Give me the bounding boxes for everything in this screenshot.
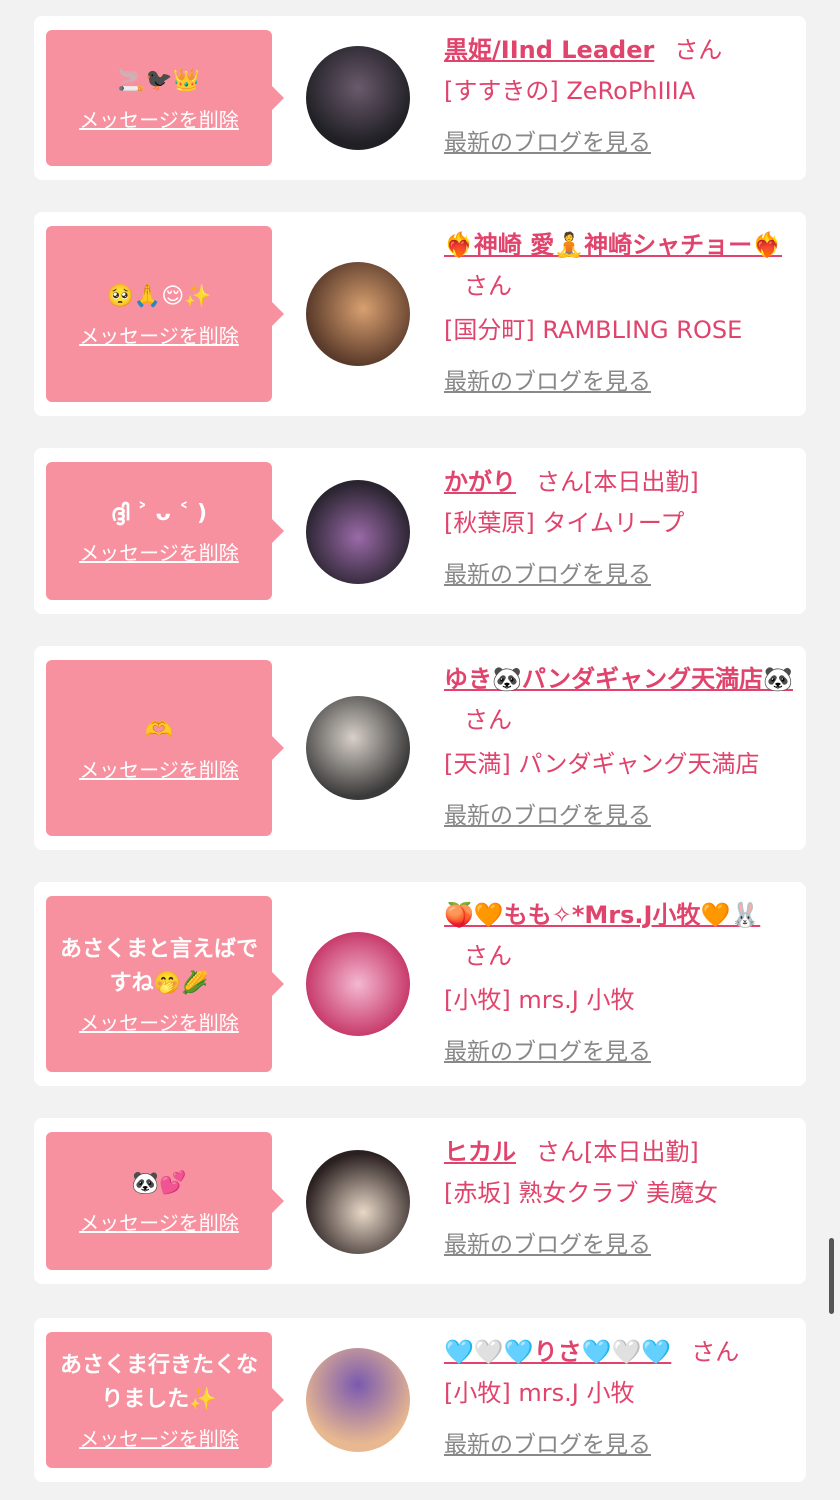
latest-blog-link[interactable]: 最新のブログを見る <box>444 1425 651 1459</box>
honorific-suffix: さん <box>464 272 512 300</box>
cast-info: 黒姫/IInd Leader さん [すすきの] ZeRoPhIIIA 最新のブロ… <box>444 30 796 157</box>
honorific-suffix: さん <box>536 1138 584 1166</box>
message-bubble: 🥺🙏😌✨ メッセージを削除 <box>46 226 284 402</box>
message-card: 🥺🙏😌✨ メッセージを削除 ❤️‍🔥神崎 愛🧘神崎シャチョー❤️‍🔥 さん [国分… <box>34 212 806 416</box>
message-card: ദ്ദി ˃ ᴗ ˂ ) メッセージを削除 かがり さん[本日出勤] [秋葉原] … <box>34 448 806 614</box>
honorific-suffix: さん <box>674 36 723 64</box>
message-bubble: あさくま行きたくなりました✨ メッセージを削除 <box>46 1332 284 1468</box>
shop-label: [国分町] RAMBLING ROSE <box>444 316 743 344</box>
cast-name-link[interactable]: 🍑🧡もも✧*Mrs.J小牧🧡🐰 <box>444 901 760 929</box>
message-text: 🥺🙏😌✨ <box>106 283 212 309</box>
message-card: 🫶 メッセージを削除 ゆき🐼パンダギャング天満店🐼 さん [天満] パンダギャング… <box>34 646 806 850</box>
shop-label: [秋葉原] タイムリープ <box>444 509 685 537</box>
shop-label: [小牧] mrs.J 小牧 <box>444 986 635 1014</box>
message-card: あさくまと言えばですね🤭🌽 メッセージを削除 🍑🧡もも✧*Mrs.J小牧🧡🐰 さん… <box>34 882 806 1086</box>
today-attendance-badge: [本日出勤] <box>584 1138 699 1166</box>
cast-name-link[interactable]: ❤️‍🔥神崎 愛🧘神崎シャチョー❤️‍🔥 <box>444 231 782 259</box>
honorific-suffix: さん <box>464 942 512 970</box>
delete-message-link[interactable]: メッセージを削除 <box>79 320 239 349</box>
cast-info: 🍑🧡もも✧*Mrs.J小牧🧡🐰 さん [小牧] mrs.J 小牧 最新のブログを見… <box>444 896 796 1066</box>
avatar[interactable] <box>306 262 410 366</box>
message-text: 🚬🐦‍⬛👑 <box>117 67 201 93</box>
today-attendance-badge: [本日出勤] <box>584 468 699 496</box>
scrollbar[interactable] <box>829 1238 834 1314</box>
message-card: 🐼💕 メッセージを削除 ヒカル さん[本日出勤] [赤坂] 熟女クラブ 美魔女 最… <box>34 1118 806 1284</box>
cast-info: ゆき🐼パンダギャング天満店🐼 さん [天満] パンダギャング天満店 最新のブログを… <box>444 660 796 830</box>
shop-label: [小牧] mrs.J 小牧 <box>444 1379 635 1407</box>
message-text: ദ്ദി ˃ ᴗ ˂ ) <box>110 500 208 526</box>
message-bubble: 🐼💕 メッセージを削除 <box>46 1132 284 1270</box>
delete-message-link[interactable]: メッセージを削除 <box>79 1007 239 1036</box>
avatar[interactable] <box>306 1348 410 1452</box>
latest-blog-link[interactable]: 最新のブログを見る <box>444 555 651 589</box>
message-bubble: あさくまと言えばですね🤭🌽 メッセージを削除 <box>46 896 284 1072</box>
cast-name-link[interactable]: かがり <box>444 468 516 496</box>
latest-blog-link[interactable]: 最新のブログを見る <box>444 123 651 157</box>
honorific-suffix: さん <box>691 1338 740 1366</box>
latest-blog-link[interactable]: 最新のブログを見る <box>444 796 651 830</box>
latest-blog-link[interactable]: 最新のブログを見る <box>444 1032 651 1066</box>
message-text: あさくま行きたくなりました✨ <box>59 1352 258 1412</box>
cast-info: かがり さん[本日出勤] [秋葉原] タイムリープ 最新のブログを見る <box>444 462 796 589</box>
shop-label: [赤坂] 熟女クラブ 美魔女 <box>444 1179 718 1207</box>
message-bubble: 🫶 メッセージを削除 <box>46 660 284 836</box>
latest-blog-link[interactable]: 最新のブログを見る <box>444 1225 651 1259</box>
message-text: 🐼💕 <box>131 1170 187 1196</box>
honorific-suffix: さん <box>464 706 512 734</box>
message-card: あさくま行きたくなりました✨ メッセージを削除 🩵🤍🩵りさ🩵🤍🩵 さん [小牧] … <box>34 1318 806 1482</box>
cast-name-link[interactable]: ゆき🐼パンダギャング天満店🐼 <box>444 665 793 693</box>
avatar[interactable] <box>306 932 410 1036</box>
delete-message-link[interactable]: メッセージを削除 <box>79 104 239 133</box>
message-text: あさくまと言えばですね🤭🌽 <box>59 936 258 996</box>
message-bubble: ദ്ദി ˃ ᴗ ˂ ) メッセージを削除 <box>46 462 284 600</box>
message-card: 🚬🐦‍⬛👑 メッセージを削除 黒姫/IInd Leader さん [すすきの] Z… <box>34 16 806 180</box>
latest-blog-link[interactable]: 最新のブログを見る <box>444 362 651 396</box>
avatar[interactable] <box>306 1150 410 1254</box>
message-bubble: 🚬🐦‍⬛👑 メッセージを削除 <box>46 30 284 166</box>
cast-info: ヒカル さん[本日出勤] [赤坂] 熟女クラブ 美魔女 最新のブログを見る <box>444 1132 796 1259</box>
delete-message-link[interactable]: メッセージを削除 <box>79 754 239 783</box>
cast-name-link[interactable]: ヒカル <box>444 1138 516 1166</box>
shop-label: [すすきの] ZeRoPhIIIA <box>444 77 696 105</box>
avatar[interactable] <box>306 46 410 150</box>
shop-label: [天満] パンダギャング天満店 <box>444 750 760 778</box>
honorific-suffix: さん <box>536 468 584 496</box>
message-text: 🫶 <box>145 717 173 743</box>
delete-message-link[interactable]: メッセージを削除 <box>79 1207 239 1236</box>
cast-name-link[interactable]: 🩵🤍🩵りさ🩵🤍🩵 <box>444 1338 671 1366</box>
cast-info: ❤️‍🔥神崎 愛🧘神崎シャチョー❤️‍🔥 さん [国分町] RAMBLING RO… <box>444 226 796 396</box>
delete-message-link[interactable]: メッセージを削除 <box>79 1423 239 1452</box>
cast-info: 🩵🤍🩵りさ🩵🤍🩵 さん [小牧] mrs.J 小牧 最新のブログを見る <box>444 1332 796 1459</box>
delete-message-link[interactable]: メッセージを削除 <box>79 537 239 566</box>
cast-name-link[interactable]: 黒姫/IInd Leader <box>444 36 654 64</box>
avatar[interactable] <box>306 696 410 800</box>
avatar[interactable] <box>306 480 410 584</box>
